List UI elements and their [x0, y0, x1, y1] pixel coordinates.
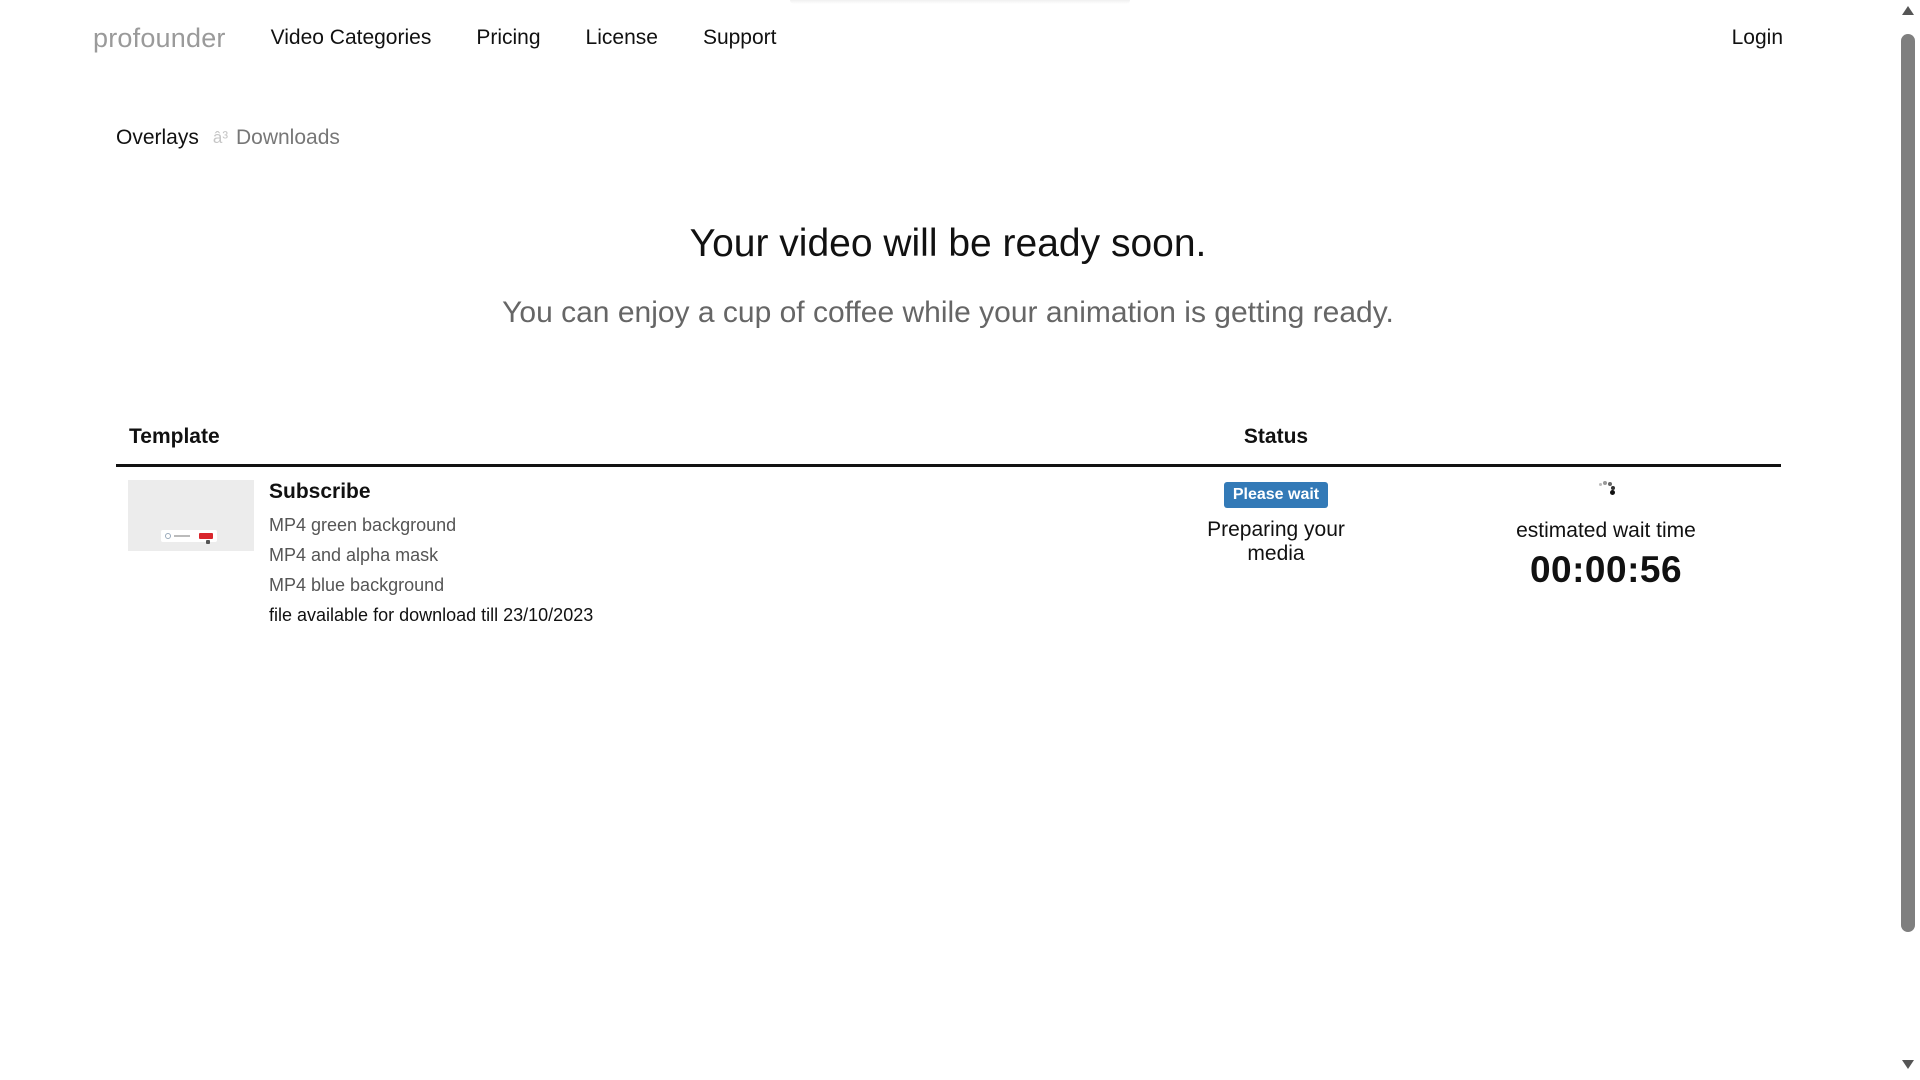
wait-label: estimated wait time: [1516, 519, 1696, 542]
scroll-down-icon[interactable]: [1902, 1060, 1914, 1069]
thumbnail-text-icon: [174, 535, 190, 537]
login-link[interactable]: Login: [1732, 26, 1783, 50]
loading-spinner-icon: [1591, 479, 1621, 499]
breadcrumb-current: Downloads: [235, 126, 340, 149]
format-alpha: MP4 and alpha mask: [269, 545, 439, 565]
thumbnail-subscribe-card: [161, 530, 217, 544]
navbar: profounder Video Categories Pricing Lice…: [93, 18, 1783, 58]
breadcrumb-overlays[interactable]: Overlays: [116, 126, 199, 150]
availability-note: file available for download till 23/10/2…: [269, 605, 594, 625]
format-green: MP4 green background: [269, 515, 457, 535]
scroll-thumb[interactable]: [1901, 34, 1915, 932]
brand-logo[interactable]: profounder: [93, 23, 226, 54]
header-template: Template: [129, 425, 220, 448]
status-badge: Please wait: [1223, 482, 1329, 508]
scroll-up-icon[interactable]: [1902, 6, 1914, 15]
template-info: Subscribe MP4 green background MP4 and a…: [269, 480, 593, 630]
nav-video-categories[interactable]: Video Categories: [271, 26, 432, 50]
table-row: Subscribe MP4 green background MP4 and a…: [116, 467, 1781, 637]
page-title: Your video will be ready soon.: [689, 222, 1207, 265]
template-title: Subscribe: [269, 480, 371, 503]
table-header: Template Status: [116, 420, 1781, 467]
template-thumbnail[interactable]: [128, 480, 254, 551]
wait-cell: estimated wait time 00:00:56: [1506, 479, 1706, 591]
thumbnail-subscribe-button-icon: [199, 533, 213, 539]
wait-time: 00:00:56: [1529, 549, 1683, 590]
page: profounder Video Categories Pricing Lice…: [0, 0, 1920, 1080]
nav-support[interactable]: Support: [703, 26, 777, 50]
breadcrumb: Overlays â³ Downloads: [116, 126, 340, 150]
thumbnail-cursor-icon: [206, 540, 210, 544]
page-subtitle: You can enjoy a cup of coffee while your…: [502, 296, 1394, 329]
thumbnail-avatar-icon: [165, 533, 171, 539]
breadcrumb-separator: â³: [212, 128, 228, 147]
nav-pricing[interactable]: Pricing: [476, 26, 540, 50]
top-shadow: [790, 0, 1130, 4]
downloads-table: Template Status Subscribe MP4 green back…: [116, 420, 1781, 637]
header-status: Status: [1243, 425, 1309, 448]
scrollbar[interactable]: [1896, 0, 1920, 1080]
nav-license[interactable]: License: [586, 26, 658, 50]
format-blue: MP4 blue background: [269, 575, 445, 595]
status-text: Preparing your media: [1207, 518, 1345, 565]
status-cell: Please wait Preparing your media: [1176, 482, 1376, 566]
